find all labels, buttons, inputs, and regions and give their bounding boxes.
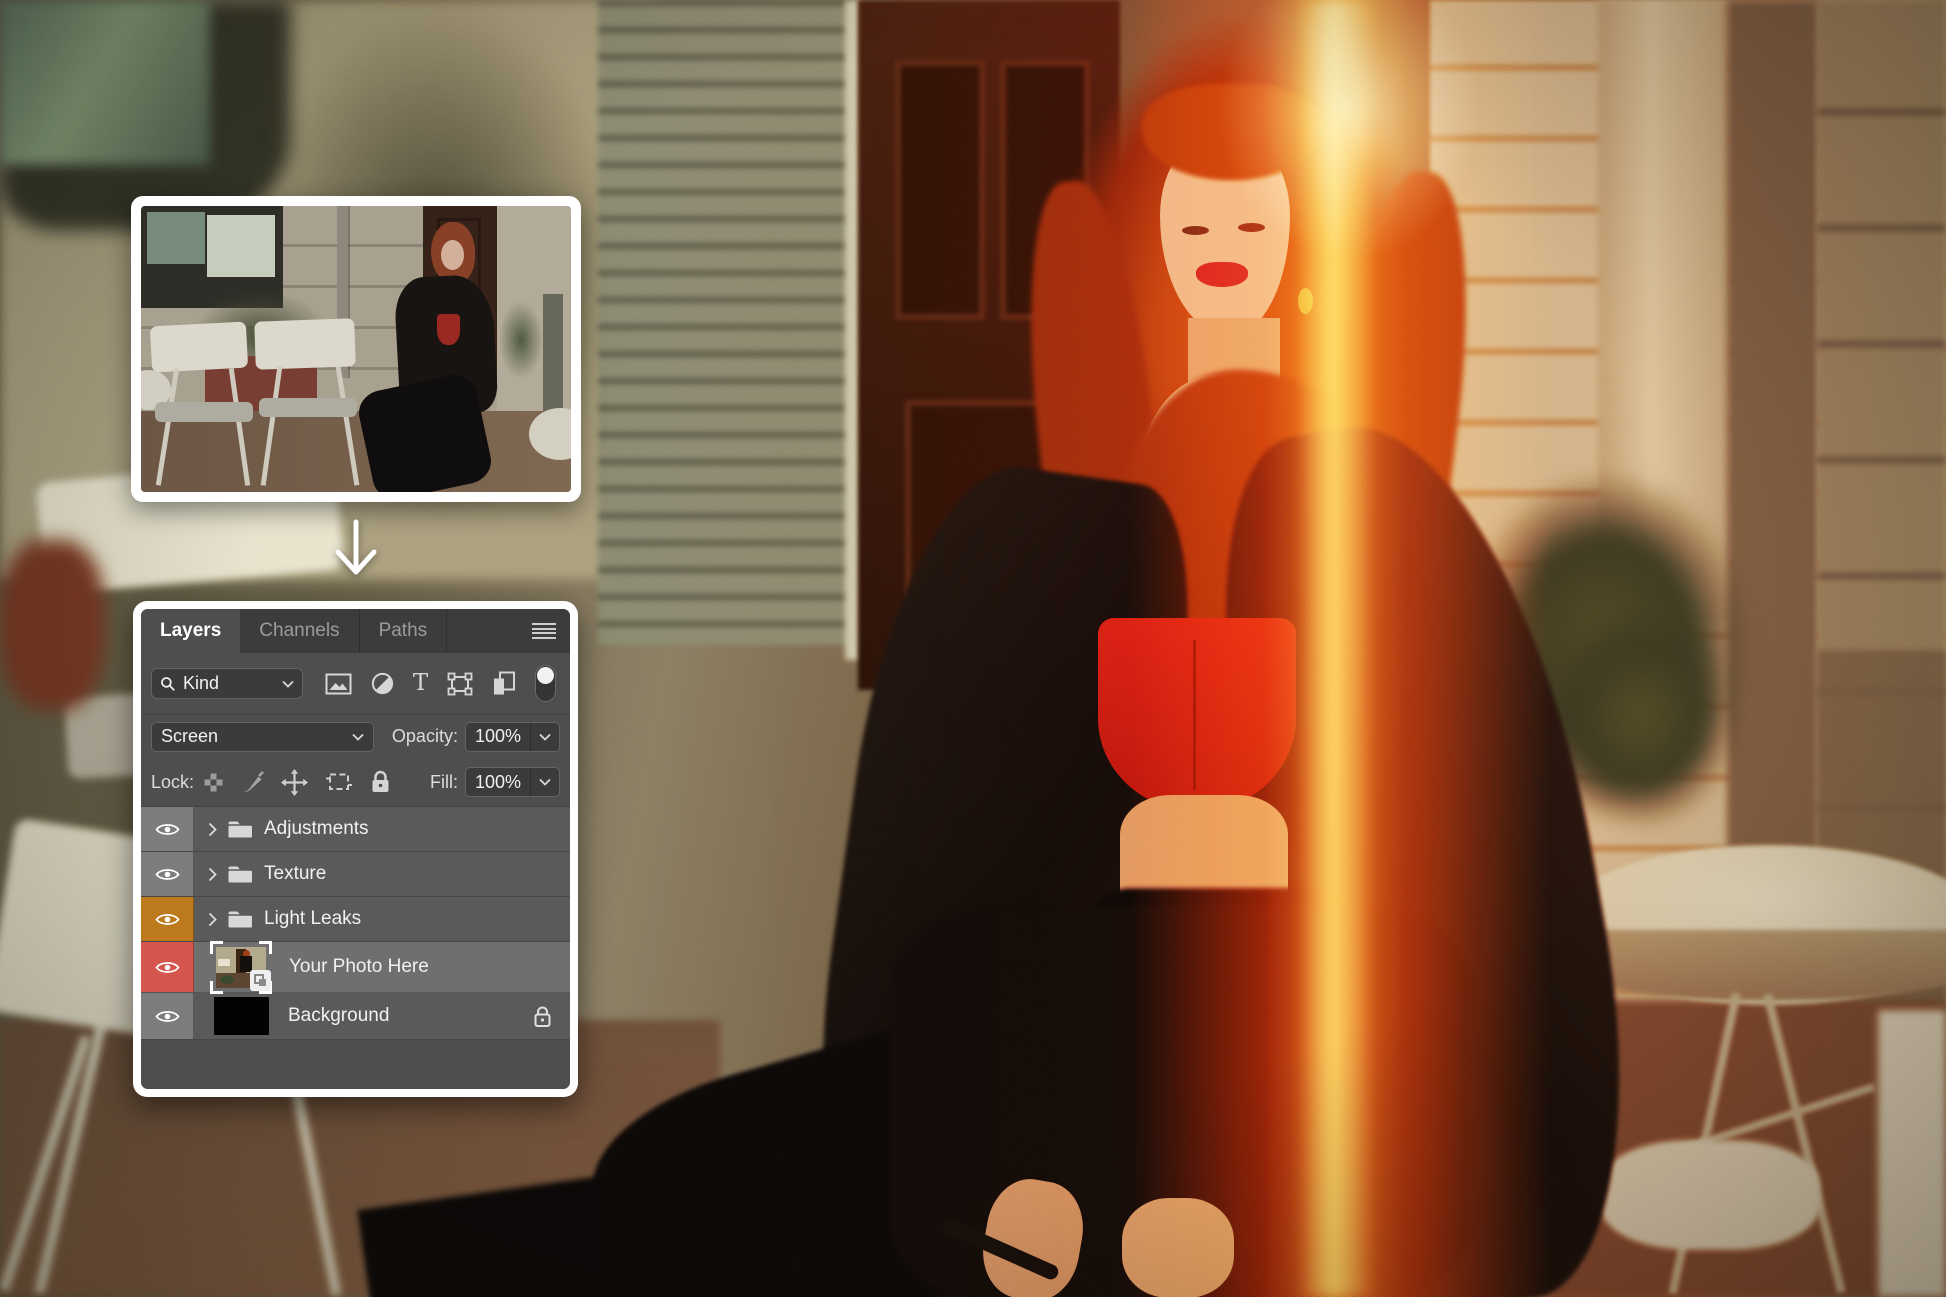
- poster-shape: [207, 215, 275, 277]
- layer-name: Adjustments: [264, 818, 369, 840]
- layers-panel: Layers Channels Paths Kind: [133, 601, 578, 1097]
- expand-chevron-icon[interactable]: [208, 822, 217, 837]
- group-folder-icon: [228, 865, 253, 883]
- eye-icon: [155, 960, 180, 975]
- visibility-cell[interactable]: [141, 852, 194, 896]
- layers-list: Adjustments: [141, 807, 570, 1040]
- selection-corner: [210, 941, 223, 954]
- layer-row-texture[interactable]: Texture: [141, 852, 570, 897]
- shape-layer-filter-icon[interactable]: [447, 672, 473, 696]
- fill-value: 100%: [466, 772, 530, 793]
- lock-position-icon[interactable]: [281, 769, 308, 796]
- toggle-ball: [537, 667, 554, 684]
- lock-icons: [204, 769, 391, 796]
- poster-shape: [147, 212, 205, 264]
- smart-object-filter-icon[interactable]: [492, 671, 516, 696]
- type-layer-filter-icon[interactable]: T: [413, 672, 428, 695]
- lock-row: Lock:: [141, 758, 570, 807]
- lock-all-icon[interactable]: [370, 770, 391, 794]
- opacity-label: Opacity:: [392, 726, 458, 747]
- eye-icon: [155, 867, 180, 882]
- layer-row-body: Background: [194, 993, 570, 1039]
- screenshot-stage: Layers Channels Paths Kind: [0, 0, 1946, 1297]
- blend-mode-dropdown[interactable]: Screen: [151, 722, 374, 752]
- layer-filtering-toggle[interactable]: [535, 665, 556, 702]
- filter-type-icons: T: [325, 665, 560, 702]
- tab-layers[interactable]: Layers: [141, 609, 240, 653]
- layer-row-body: Adjustments: [194, 807, 570, 851]
- background-layer-thumbnail[interactable]: [214, 997, 269, 1035]
- visibility-cell-highlight-red[interactable]: [141, 942, 194, 992]
- selection-corner: [259, 941, 272, 954]
- thumb-chair-shape: [218, 959, 230, 966]
- chevron-down-icon: [282, 680, 294, 688]
- blend-mode-value: Screen: [161, 726, 352, 747]
- layer-name: Light Leaks: [264, 908, 361, 930]
- layer-row-body: Texture: [194, 852, 570, 896]
- layer-filter-row: Kind T: [141, 653, 570, 715]
- panel-footer: [141, 1040, 570, 1089]
- eye-icon: [155, 912, 180, 927]
- pilaster-shape: [543, 294, 563, 418]
- tab-paths[interactable]: Paths: [360, 609, 448, 653]
- eye-icon: [155, 822, 180, 837]
- visibility-cell-highlight-orange[interactable]: [141, 897, 194, 941]
- red-top-shape: [437, 314, 460, 345]
- down-arrow-icon: [333, 519, 379, 579]
- expand-chevron-icon[interactable]: [208, 912, 217, 927]
- opacity-dropdown-button[interactable]: [530, 723, 559, 751]
- filter-kind-label: Kind: [183, 673, 275, 694]
- layer-row-light-leaks[interactable]: Light Leaks: [141, 897, 570, 942]
- layer-name: Background: [288, 1005, 389, 1027]
- panel-menu-button[interactable]: [532, 609, 570, 653]
- before-photo-thumbnail: [141, 206, 571, 492]
- woman-face-shape: [441, 240, 464, 270]
- group-folder-icon: [228, 910, 253, 928]
- thumb-figure-shape: [240, 956, 252, 972]
- panel-tabs-bar: Layers Channels Paths: [141, 609, 570, 653]
- search-icon: [160, 676, 176, 692]
- layer-locked-icon: [533, 1005, 552, 1028]
- layer-row-your-photo-here[interactable]: Your Photo Here: [141, 942, 570, 993]
- chevron-down-icon: [539, 733, 551, 741]
- lock-artboard-icon[interactable]: [325, 770, 353, 794]
- chair-shape: [150, 322, 248, 373]
- smart-object-thumbnail[interactable]: [212, 945, 270, 990]
- expand-chevron-icon[interactable]: [208, 867, 217, 882]
- layer-name: Texture: [264, 863, 326, 885]
- fill-dropdown-button[interactable]: [530, 768, 559, 796]
- fill-field[interactable]: 100%: [465, 767, 560, 797]
- visibility-cell[interactable]: [141, 993, 194, 1039]
- hamburger-menu-icon: [532, 621, 556, 642]
- layer-name: Your Photo Here: [289, 956, 429, 978]
- selection-corner: [210, 981, 223, 994]
- plant-shape: [499, 301, 543, 379]
- opacity-value: 100%: [466, 726, 530, 747]
- pixel-layer-filter-icon[interactable]: [325, 673, 352, 695]
- layer-row-adjustments[interactable]: Adjustments: [141, 807, 570, 852]
- group-folder-icon: [228, 820, 253, 838]
- layer-row-body: Light Leaks: [194, 897, 570, 941]
- filter-kind-dropdown[interactable]: Kind: [151, 668, 303, 699]
- chevron-down-icon: [352, 733, 364, 741]
- tab-channels[interactable]: Channels: [240, 609, 359, 653]
- lock-image-pixels-icon[interactable]: [240, 771, 264, 794]
- smart-object-badge-icon: [250, 970, 271, 991]
- layers-panel-body: Layers Channels Paths Kind: [141, 609, 570, 1089]
- chevron-down-icon: [539, 778, 551, 786]
- opacity-field[interactable]: 100%: [465, 722, 560, 752]
- lock-label: Lock:: [151, 772, 194, 793]
- eye-icon: [155, 1009, 180, 1024]
- fill-label: Fill:: [430, 772, 458, 793]
- chair-shape: [254, 318, 356, 369]
- layer-row-body: Your Photo Here: [194, 942, 570, 992]
- lock-transparent-pixels-icon[interactable]: [204, 773, 223, 792]
- adjustment-layer-filter-icon[interactable]: [371, 672, 394, 695]
- before-photo-card: [131, 196, 581, 502]
- chair-cushion-shape: [259, 398, 357, 417]
- visibility-cell[interactable]: [141, 807, 194, 851]
- blend-mode-row: Screen Opacity: 100%: [141, 715, 570, 758]
- layer-row-background[interactable]: Background: [141, 993, 570, 1040]
- chair-cushion-shape: [155, 402, 253, 422]
